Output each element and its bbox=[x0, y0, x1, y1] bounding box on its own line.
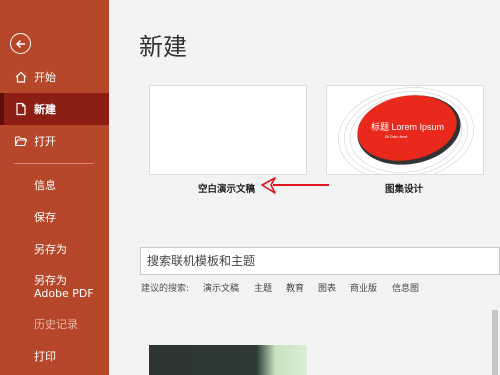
folder-open-icon bbox=[14, 136, 28, 147]
template-preview-partial[interactable] bbox=[149, 345, 307, 375]
template-search-input[interactable]: 搜索联机模板和主题 bbox=[140, 247, 500, 275]
nav-save[interactable]: 保存 bbox=[0, 201, 109, 233]
suggested-search-theme[interactable]: 主题 bbox=[254, 281, 272, 294]
suggested-search-business[interactable]: 商业版 bbox=[350, 281, 377, 294]
nav-home-label: 开始 bbox=[34, 71, 56, 84]
nav-home[interactable]: 开始 bbox=[0, 61, 109, 93]
page-title: 新建 bbox=[139, 33, 187, 61]
nav-open-label: 打开 bbox=[34, 135, 56, 148]
nav-new-label: 新建 bbox=[34, 103, 56, 116]
nav-new[interactable]: 新建 bbox=[0, 93, 109, 125]
backstage-sidebar: 开始 新建 打开 信息 保存 另存为 另存为 Adobe PDF 历史记录 打印 bbox=[0, 0, 109, 375]
template-gallery-design[interactable]: 标题 Lorem Ipsum Sit Dolor Amet bbox=[326, 85, 484, 175]
nav-print-label: 打印 bbox=[34, 350, 56, 363]
suggested-search-chart[interactable]: 图表 bbox=[318, 281, 336, 294]
suggested-search-lead: 建议的搜索: bbox=[141, 284, 190, 294]
back-button[interactable] bbox=[10, 33, 31, 54]
sidebar-divider bbox=[14, 163, 94, 164]
template-blank-label: 空白演示文稿 bbox=[198, 184, 256, 195]
template-blank-presentation[interactable] bbox=[149, 85, 307, 175]
main-content: 新建 空白演示文稿 标题 Lorem Ipsum Sit Dolor Amet … bbox=[109, 0, 500, 375]
nav-open[interactable]: 打开 bbox=[0, 125, 109, 157]
nav-history: 历史记录 bbox=[0, 308, 109, 340]
home-icon bbox=[15, 71, 27, 83]
suggested-search-presentation[interactable]: 演示文稿 bbox=[203, 281, 239, 294]
back-arrow-icon bbox=[15, 39, 25, 48]
gallery-preview-title: 标题 Lorem Ipsum bbox=[371, 121, 444, 132]
nav-info-label: 信息 bbox=[34, 179, 56, 192]
nav-print[interactable]: 打印 bbox=[0, 340, 109, 372]
suggested-search-education[interactable]: 教育 bbox=[286, 281, 304, 294]
nav-save-as-pdf-label: 另存为 Adobe PDF bbox=[34, 274, 94, 300]
nav-save-label: 保存 bbox=[34, 211, 56, 224]
nav-info[interactable]: 信息 bbox=[0, 169, 109, 201]
scrollbar-thumb[interactable] bbox=[492, 310, 498, 375]
nav-history-label: 历史记录 bbox=[34, 318, 78, 331]
nav-save-as-pdf[interactable]: 另存为 Adobe PDF bbox=[0, 271, 109, 303]
nav-save-as[interactable]: 另存为 bbox=[0, 233, 109, 265]
new-document-icon bbox=[16, 102, 26, 116]
gallery-design-preview: 标题 Lorem Ipsum Sit Dolor Amet bbox=[338, 87, 474, 174]
template-gallery-label: 图集设计 bbox=[385, 184, 424, 195]
suggested-search-infographic[interactable]: 信息图 bbox=[392, 281, 419, 294]
gallery-preview-subtitle: Sit Dolor Amet bbox=[385, 135, 407, 139]
red-arrow-annotation bbox=[261, 177, 329, 194]
nav-save-as-label: 另存为 bbox=[34, 243, 67, 256]
